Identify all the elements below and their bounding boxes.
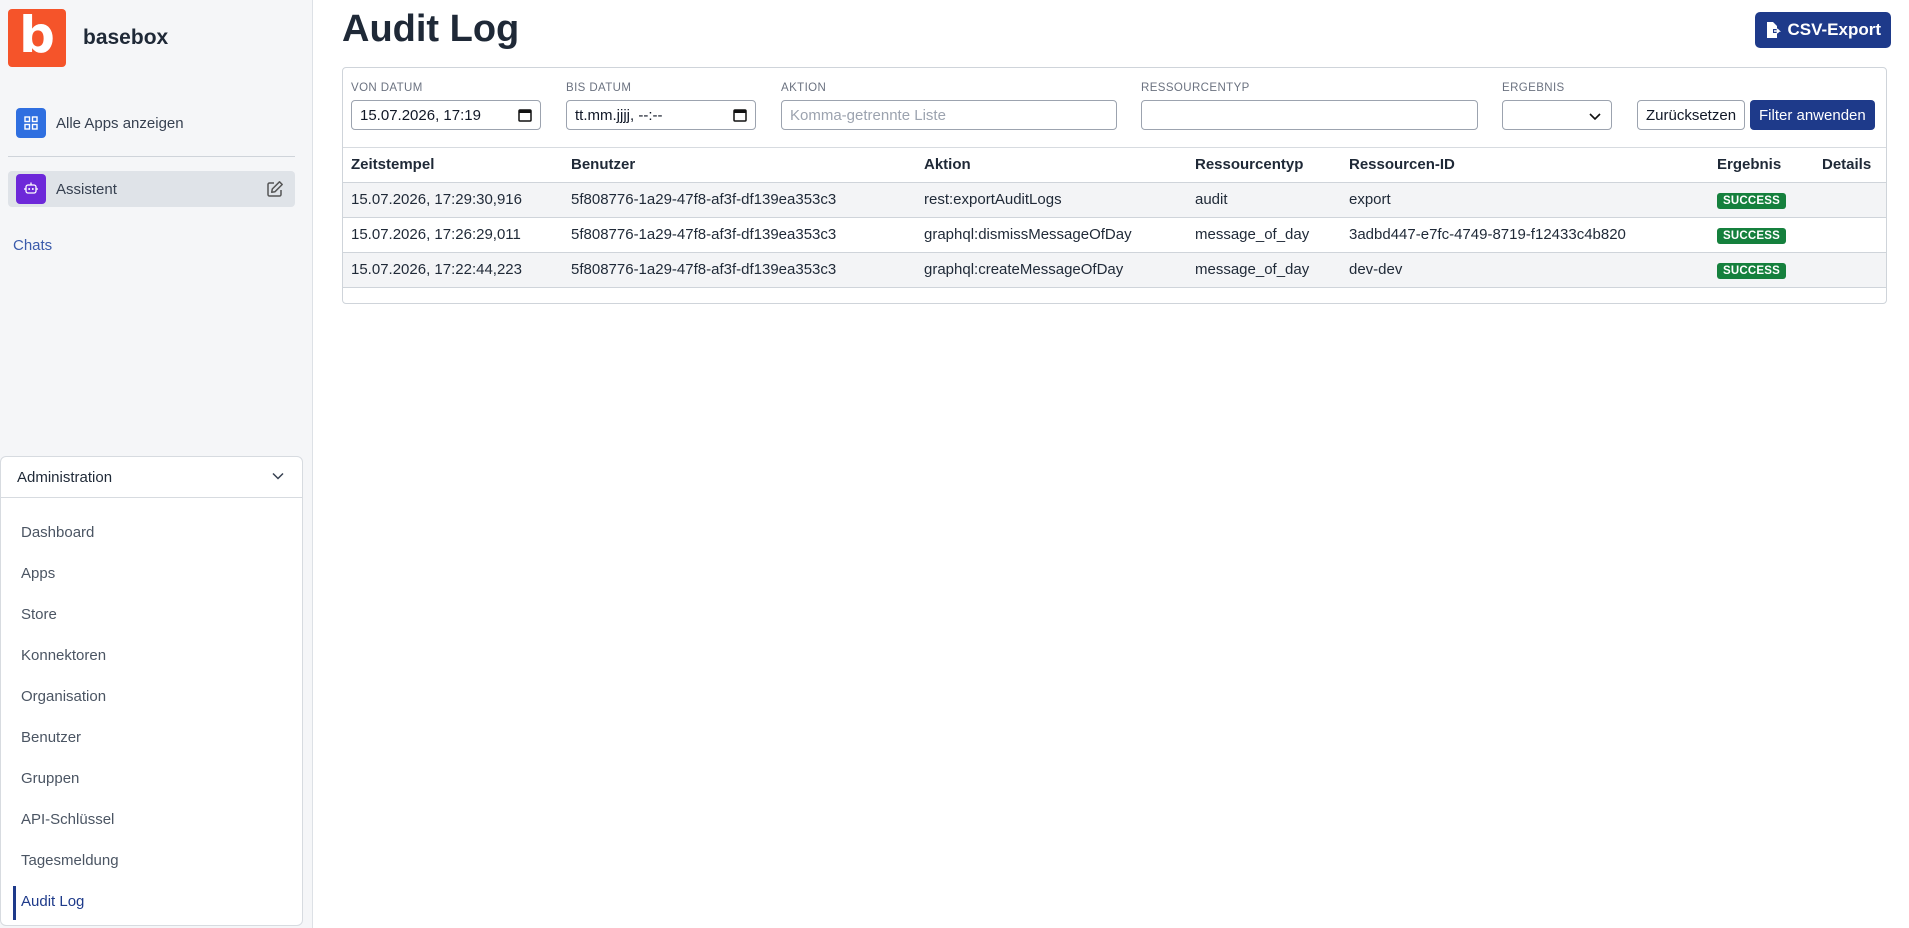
admin-item-dashboard[interactable]: Dashboard [1,512,302,553]
reset-button[interactable]: Zurücksetzen [1637,100,1746,130]
admin-dropdown[interactable]: Administration [1,457,302,498]
admin-item-message-of-day[interactable]: Tagesmeldung [1,840,302,881]
cell-resource-type: message_of_day [1187,217,1341,253]
col-details[interactable]: Details [1814,148,1886,183]
to-date-value: tt.mm.jjjj, --:-- [575,106,663,124]
admin-item-audit-log[interactable]: Audit Log [1,881,302,922]
sidebar: b basebox Alle Apps anzeigen Assistent C… [0,0,313,928]
cell-resource-id: dev-dev [1341,252,1709,288]
action-input[interactable]: Komma-getrennte Liste [781,100,1117,130]
logo-letter: b [19,6,55,64]
cell-resource-type: message_of_day [1187,252,1341,288]
col-resource-type[interactable]: Ressourcentyp [1187,148,1341,183]
from-date-input[interactable]: 15.07.2026, 17:19 [351,100,541,130]
to-date-label: BIS DATUM [566,82,632,94]
cell-result: SUCCESS [1709,182,1814,218]
cell-resource-type: audit [1187,182,1341,218]
status-badge: SUCCESS [1717,192,1786,209]
admin-panel: Administration Dashboard Apps Store Konn… [0,456,303,926]
cell-details[interactable] [1814,217,1886,253]
app-root: b basebox Alle Apps anzeigen Assistent C… [0,0,1909,928]
col-result[interactable]: Ergebnis [1709,148,1814,183]
basebox-logo: b [8,9,66,67]
cell-user: 5f808776-1a29-47f8-af3f-df139ea353c3 [563,217,916,253]
csv-export-label: CSV-Export [1787,20,1881,39]
table-row[interactable]: 15.07.2026, 17:22:44,223 5f808776-1a29-4… [343,252,1886,288]
brand[interactable]: b basebox [0,0,312,72]
status-badge: SUCCESS [1717,227,1786,244]
admin-nav: Dashboard Apps Store Konnektoren Organis… [1,498,302,922]
action-label: AKTION [781,82,827,94]
cell-resource-id: export [1341,182,1709,218]
filter-bar: VON DATUM 15.07.2026, 17:19 BIS DATUM tt… [343,68,1886,148]
cell-resource-id: 3adbd447-e7fc-4749-8719-f12433c4b820 [1341,217,1709,253]
cell-details[interactable] [1814,182,1886,218]
admin-item-users[interactable]: Benutzer [1,717,302,758]
main-content: Audit Log CSV-Export VON DATUM 15.07.202… [313,0,1909,928]
cell-action: rest:exportAuditLogs [916,182,1187,218]
sidebar-divider [8,156,295,157]
assistant-label: Assistent [56,180,117,198]
cell-details[interactable] [1814,252,1886,288]
resource-type-input[interactable] [1141,100,1478,130]
cell-timestamp: 15.07.2026, 17:26:29,011 [343,217,563,253]
cell-result: SUCCESS [1709,217,1814,253]
from-date-value: 15.07.2026, 17:19 [360,106,481,124]
chevron-down-icon [272,472,284,480]
chevron-down-icon [1589,113,1601,120]
file-export-icon [1767,22,1782,38]
admin-item-store[interactable]: Store [1,594,302,635]
result-label: ERGEBNIS [1502,82,1565,94]
csv-export-button[interactable]: CSV-Export [1755,12,1891,48]
col-user[interactable]: Benutzer [563,148,916,183]
cell-user: 5f808776-1a29-47f8-af3f-df139ea353c3 [563,252,916,288]
cell-action: graphql:dismissMessageOfDay [916,217,1187,253]
admin-title: Administration [17,468,113,486]
from-date-label: VON DATUM [351,82,423,94]
admin-item-connectors[interactable]: Konnektoren [1,635,302,676]
cell-timestamp: 15.07.2026, 17:29:30,916 [343,182,563,218]
cell-result: SUCCESS [1709,252,1814,288]
page-title: Audit Log [342,8,520,50]
admin-item-groups[interactable]: Gruppen [1,758,302,799]
to-date-input[interactable]: tt.mm.jjjj, --:-- [566,100,756,130]
col-resource-id[interactable]: Ressourcen-ID [1341,148,1709,183]
table-row[interactable]: 15.07.2026, 17:29:30,916 5f808776-1a29-4… [343,182,1886,218]
admin-item-organisation[interactable]: Organisation [1,676,302,717]
col-timestamp[interactable]: Zeitstempel [343,148,563,183]
apply-filter-button[interactable]: Filter anwenden [1750,100,1875,130]
result-select[interactable] [1502,100,1612,130]
all-apps-link[interactable]: Alle Apps anzeigen [8,105,295,141]
admin-item-apps[interactable]: Apps [1,553,302,594]
cell-user: 5f808776-1a29-47f8-af3f-df139ea353c3 [563,182,916,218]
resource-type-label: RESSOURCENTYP [1141,82,1250,94]
cell-action: graphql:createMessageOfDay [916,252,1187,288]
audit-log-card: VON DATUM 15.07.2026, 17:19 BIS DATUM tt… [342,67,1887,304]
chats-heading[interactable]: Chats [13,237,52,254]
calendar-icon[interactable] [518,108,532,122]
cell-timestamp: 15.07.2026, 17:22:44,223 [343,252,563,288]
table-row[interactable]: 15.07.2026, 17:26:29,011 5f808776-1a29-4… [343,217,1886,253]
col-action[interactable]: Aktion [916,148,1187,183]
assistant-icon [16,174,46,204]
brand-name: basebox [83,26,169,49]
status-badge: SUCCESS [1717,262,1786,279]
all-apps-label: Alle Apps anzeigen [56,114,184,132]
audit-table: Zeitstempel Benutzer Aktion Ressourcenty… [343,148,1886,288]
calendar-icon[interactable] [733,108,747,122]
table-header-row: Zeitstempel Benutzer Aktion Ressourcenty… [343,148,1886,183]
edit-icon[interactable] [265,179,285,199]
assistant-link[interactable]: Assistent [8,171,295,207]
grid-icon [16,108,46,138]
admin-item-api-keys[interactable]: API-Schlüssel [1,799,302,840]
